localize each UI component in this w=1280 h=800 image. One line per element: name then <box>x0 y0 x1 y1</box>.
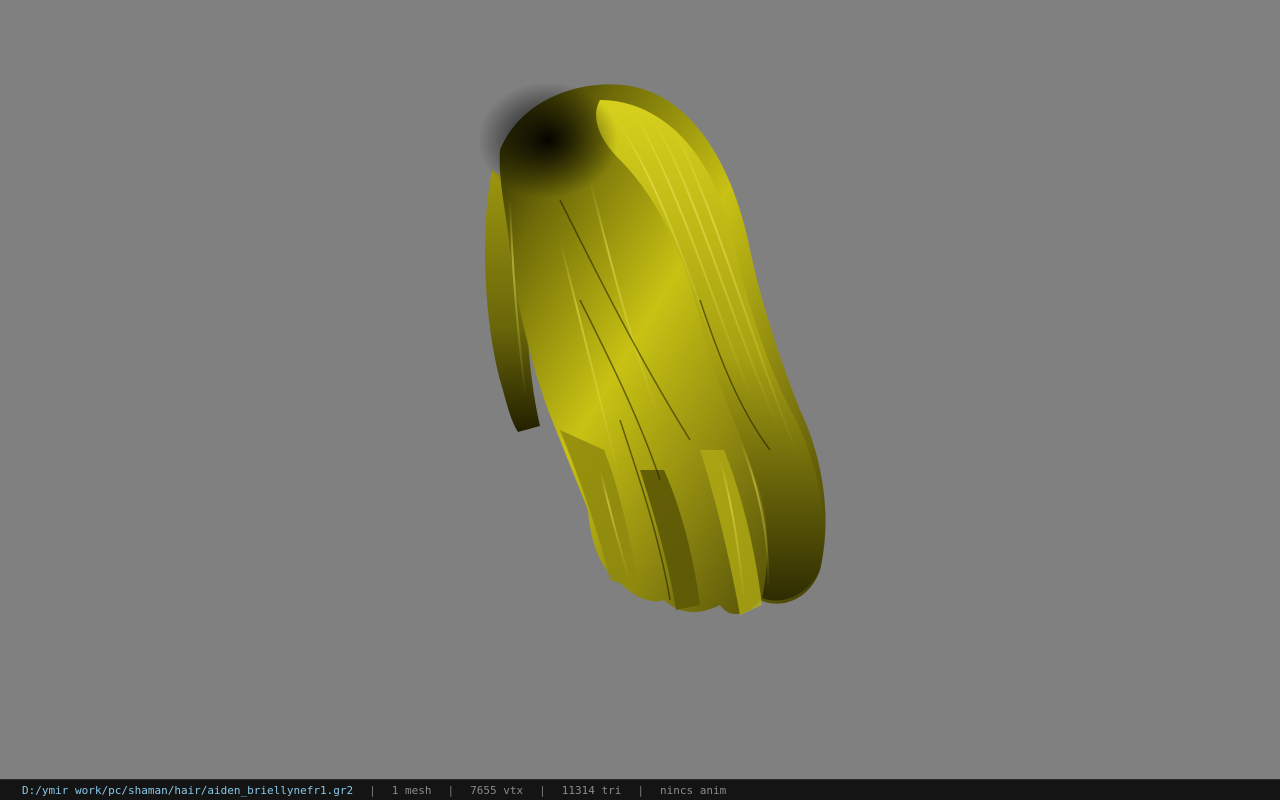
vertex-count-label: 7655 vtx <box>470 783 524 797</box>
anim-status-label: nincs anim <box>659 783 727 797</box>
triangle-count-label: 11314 tri <box>561 783 622 797</box>
hair-crown-shadow <box>478 82 618 198</box>
3d-viewport[interactable] <box>0 0 1280 779</box>
separator: | <box>539 783 546 797</box>
separator: | <box>447 783 455 797</box>
separator: | <box>637 783 644 797</box>
status-bar: D:/ymir work/pc/shaman/hair/aiden_briell… <box>0 779 1280 800</box>
file-path-label: D:/ymir work/pc/shaman/hair/aiden_briell… <box>22 783 354 797</box>
mesh-count-label: 1 mesh <box>391 783 432 797</box>
separator: | <box>369 783 376 797</box>
hair-model-render[interactable] <box>0 0 1280 779</box>
